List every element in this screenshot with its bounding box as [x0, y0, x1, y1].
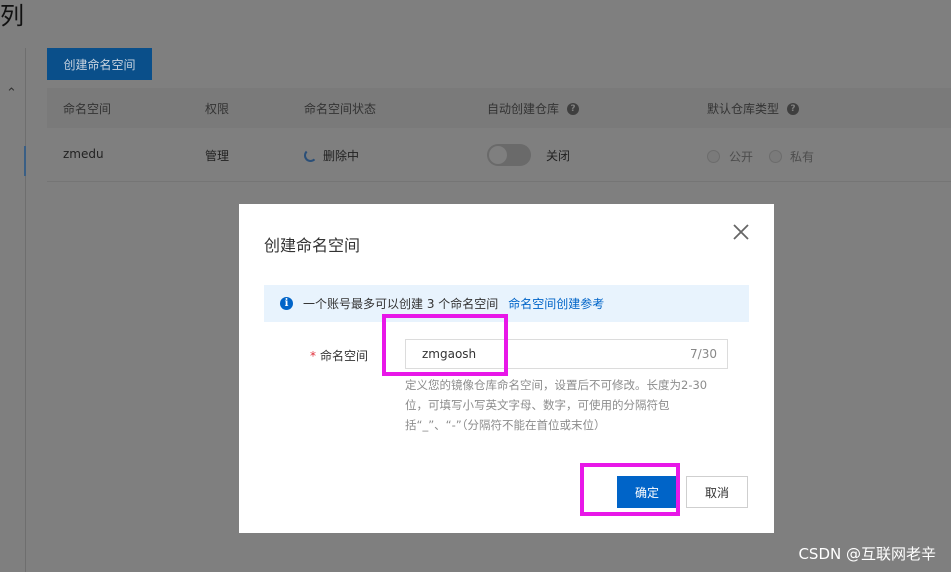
namespace-field-label: * 命名空间 [310, 347, 368, 364]
required-mark: * [310, 349, 316, 363]
create-namespace-dialog: 创建命名空间 i 一个账号最多可以创建 3 个命名空间 命名空间创建参考 * 命名… [239, 204, 774, 533]
notice-text: 一个账号最多可以创建 3 个命名空间 [303, 297, 499, 311]
auto-create-toggle[interactable] [487, 144, 531, 166]
char-counter: 7/30 [690, 347, 717, 361]
column-label: 自动创建仓库 [487, 102, 560, 116]
chevron-up-icon[interactable]: ⌃ [6, 86, 17, 101]
watermark: CSDN @互联网老辛 [798, 545, 936, 563]
namespace-reference-link[interactable]: 命名空间创建参考 [508, 295, 604, 312]
permission-cell: 管理 [205, 149, 230, 163]
namespace-cell[interactable]: zmedu [63, 147, 104, 161]
create-namespace-button[interactable]: 创建命名空间 [47, 48, 152, 80]
column-header-auto-create: 自动创建仓库? [487, 100, 580, 117]
info-notice: i 一个账号最多可以创建 3 个命名空间 命名空间创建参考 [264, 285, 749, 322]
column-header-repo-type: 默认仓库类型? [707, 100, 800, 117]
namespace-hint: 定义您的镜像仓库命名空间，设置后不可修改。长度为2-30位，可填写小写英文字母、… [405, 378, 708, 432]
radio-public-label: 公开 [729, 150, 754, 164]
column-header-permission: 权限 [205, 100, 229, 117]
loading-spinner-icon [304, 149, 317, 162]
row-divider [47, 181, 951, 182]
radio-private[interactable] [769, 150, 782, 163]
column-label: 权限 [205, 102, 230, 116]
confirm-button[interactable]: 确定 [617, 476, 677, 508]
page-title: 列 [0, 2, 24, 30]
cancel-button[interactable]: 取消 [686, 476, 748, 508]
field-label-text: 命名空间 [320, 349, 369, 363]
sidebar-active-indicator [24, 146, 26, 176]
close-icon[interactable] [731, 222, 751, 242]
namespace-input[interactable] [406, 340, 692, 368]
column-label: 默认仓库类型 [707, 102, 780, 116]
radio-private-label: 私有 [790, 150, 815, 164]
sidebar-divider [25, 48, 26, 572]
column-header-namespace: 命名空间 [63, 100, 111, 117]
dialog-title: 创建命名空间 [264, 236, 361, 255]
help-icon[interactable]: ? [787, 102, 800, 115]
namespace-input-wrapper: 7/30 [405, 339, 728, 369]
column-label: 命名空间状态 [304, 102, 377, 116]
auto-create-state: 关闭 [546, 149, 571, 163]
toggle-knob [489, 146, 507, 164]
status-cell: 删除中 [323, 149, 360, 163]
column-label: 命名空间 [63, 102, 112, 116]
radio-public[interactable] [707, 150, 720, 163]
help-icon[interactable]: ? [567, 102, 580, 115]
column-header-status: 命名空间状态 [304, 100, 376, 117]
info-icon: i [280, 297, 293, 310]
